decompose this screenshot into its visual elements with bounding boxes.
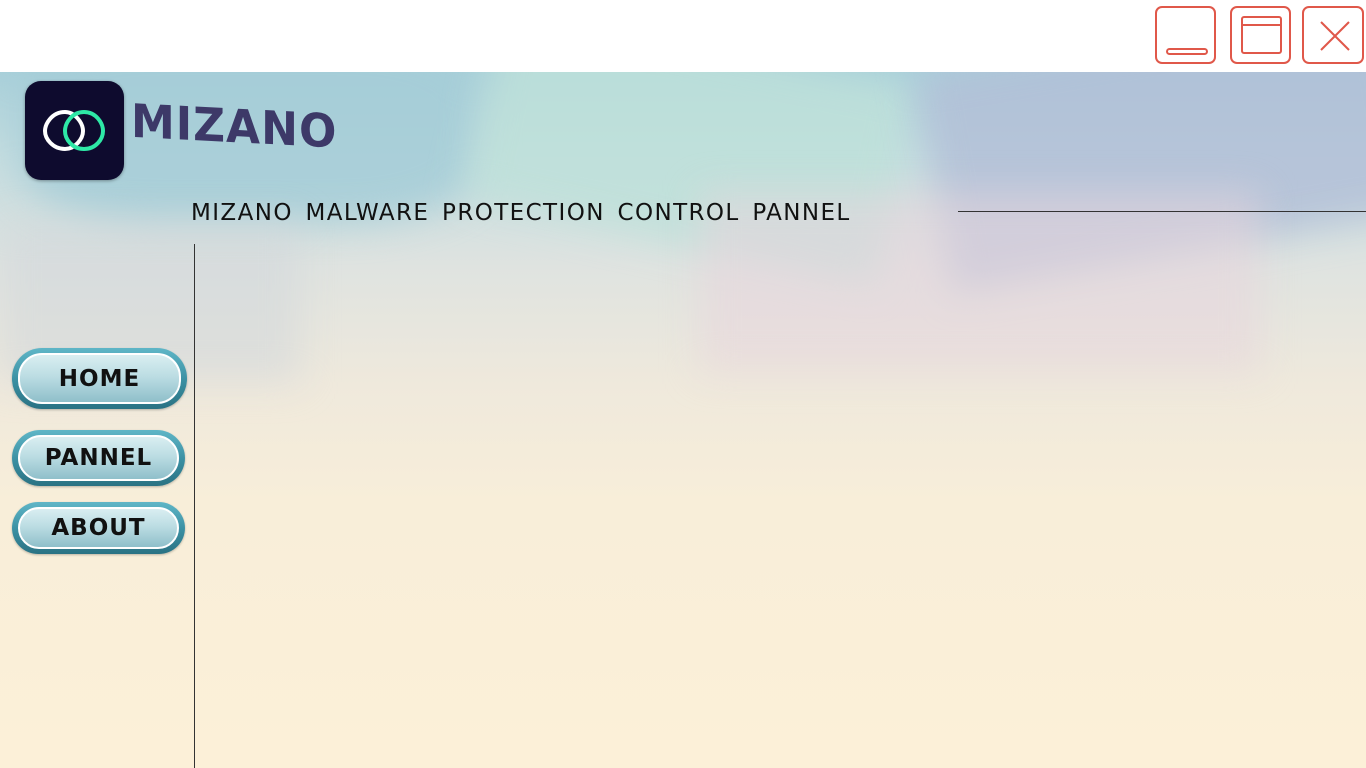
- logo-rings-icon: [42, 109, 106, 152]
- close-button[interactable]: [1302, 6, 1364, 64]
- sidebar-item-about[interactable]: ABOUT: [12, 502, 185, 554]
- nav-button-face: ABOUT: [18, 507, 179, 549]
- sidebar-item-pannel[interactable]: PANNEL: [12, 430, 185, 486]
- maximize-button[interactable]: [1230, 6, 1291, 64]
- brand-name: MIZANO: [131, 94, 338, 160]
- minimize-icon: [1166, 48, 1208, 55]
- sidebar-item-label: HOME: [58, 365, 141, 392]
- main-area: MIZANO MIZANO MALWARE PROTECTION CONTROL…: [0, 72, 1366, 768]
- title-bar: [0, 0, 1366, 72]
- close-icon: [1320, 21, 1350, 51]
- nav-button-face: PANNEL: [18, 435, 179, 481]
- page-title: MIZANO MALWARE PROTECTION CONTROL PANNEL: [191, 200, 851, 226]
- sidebar-divider: [194, 244, 195, 768]
- nav-button-face: HOME: [18, 353, 181, 404]
- sidebar-item-label: ABOUT: [51, 515, 146, 541]
- sidebar-item-home[interactable]: HOME: [12, 348, 187, 409]
- header-divider: [958, 211, 1366, 212]
- sidebar-item-label: PANNEL: [44, 445, 153, 471]
- maximize-icon: [1241, 16, 1282, 54]
- minimize-button[interactable]: [1155, 6, 1216, 64]
- app-logo: [25, 81, 124, 180]
- app-window: MIZANO MIZANO MALWARE PROTECTION CONTROL…: [0, 0, 1366, 768]
